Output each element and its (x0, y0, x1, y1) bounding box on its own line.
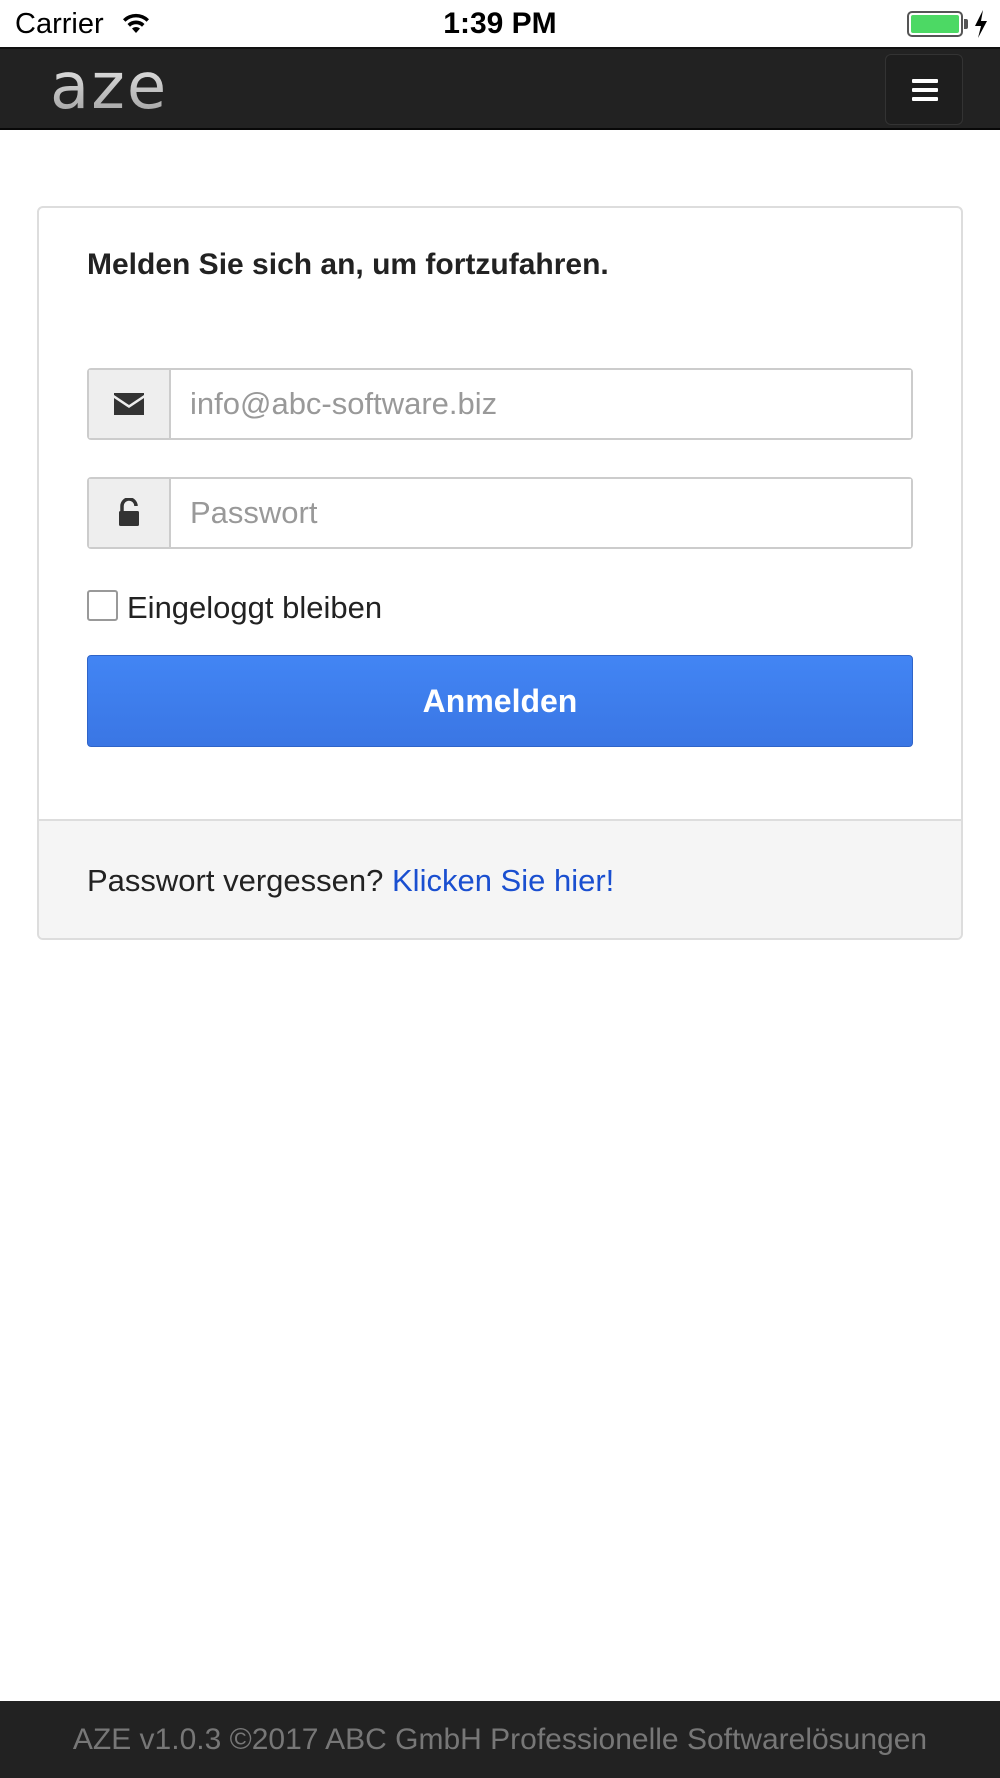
page-footer: AZE v1.0.3 ©2017 ABC GmbH Professionelle… (0, 1701, 1000, 1778)
login-heading: Melden Sie sich an, um fortzufahren. (87, 248, 609, 281)
remember-me-row: Eingeloggt bleiben (87, 589, 382, 626)
copyright-text: AZE v1.0.3 ©2017 ABC GmbH Professionelle… (72, 1722, 928, 1756)
forgot-password-text: Passwort vergessen? (87, 863, 384, 898)
clock: 1:39 PM (443, 7, 557, 40)
remember-me-label[interactable]: Eingeloggt bleiben (127, 590, 382, 626)
forgot-password-row: Passwort vergessen? Klicken Sie hier! (87, 863, 614, 899)
menu-toggle-button[interactable] (885, 54, 963, 125)
hamburger-icon-bar-2 (912, 88, 938, 92)
panel-footer: Passwort vergessen? Klicken Sie hier! (39, 819, 961, 938)
battery-icon (907, 11, 963, 37)
brand-logo[interactable]: aze (50, 51, 168, 123)
login-panel: Melden Sie sich an, um fortzufahren. Ein… (37, 206, 963, 940)
envelope-icon (89, 370, 171, 438)
email-field[interactable] (171, 370, 911, 438)
forgot-password-link[interactable]: Klicken Sie hier! (392, 863, 614, 898)
navbar: aze (0, 49, 1000, 130)
password-field[interactable] (171, 479, 911, 547)
status-bar: Carrier 1:39 PM (0, 0, 1000, 49)
hamburger-icon-bar-3 (912, 97, 938, 101)
hamburger-icon-bar-1 (912, 79, 938, 83)
login-button[interactable]: Anmelden (87, 655, 913, 747)
battery-cap (964, 19, 968, 29)
remember-me-checkbox[interactable] (87, 589, 118, 621)
charging-bolt-icon (975, 10, 987, 38)
unlock-icon (89, 479, 171, 547)
password-input-group (87, 477, 913, 549)
battery-level (911, 15, 959, 33)
email-input-group (87, 368, 913, 440)
